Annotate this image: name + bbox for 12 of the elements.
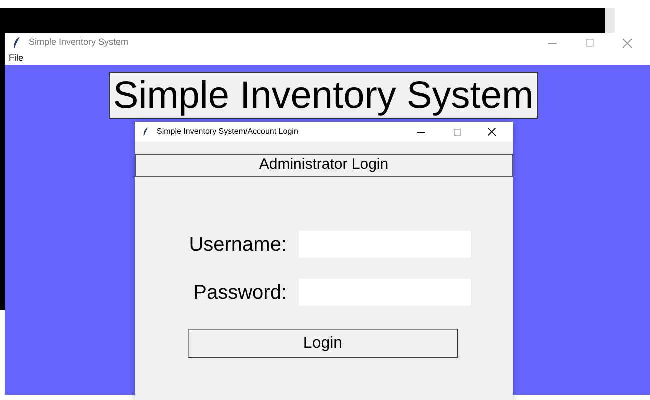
- window-title: Simple Inventory System: [29, 36, 130, 50]
- dialog-header: Administrator Login: [135, 154, 513, 177]
- app-heading: Simple Inventory System: [109, 72, 538, 119]
- field-label: Username:: [188, 232, 288, 258]
- close-icon[interactable]: [488, 128, 496, 136]
- menu-item[interactable]: File: [9, 52, 24, 66]
- feather-icon: [13, 37, 21, 49]
- login-button[interactable]: Login: [188, 329, 458, 358]
- feather-icon: [143, 127, 149, 137]
- field-label: Password:: [192, 280, 288, 306]
- dialog-title: Simple Inventory System/Account Login: [157, 126, 300, 138]
- scrollbar[interactable]: [605, 8, 615, 33]
